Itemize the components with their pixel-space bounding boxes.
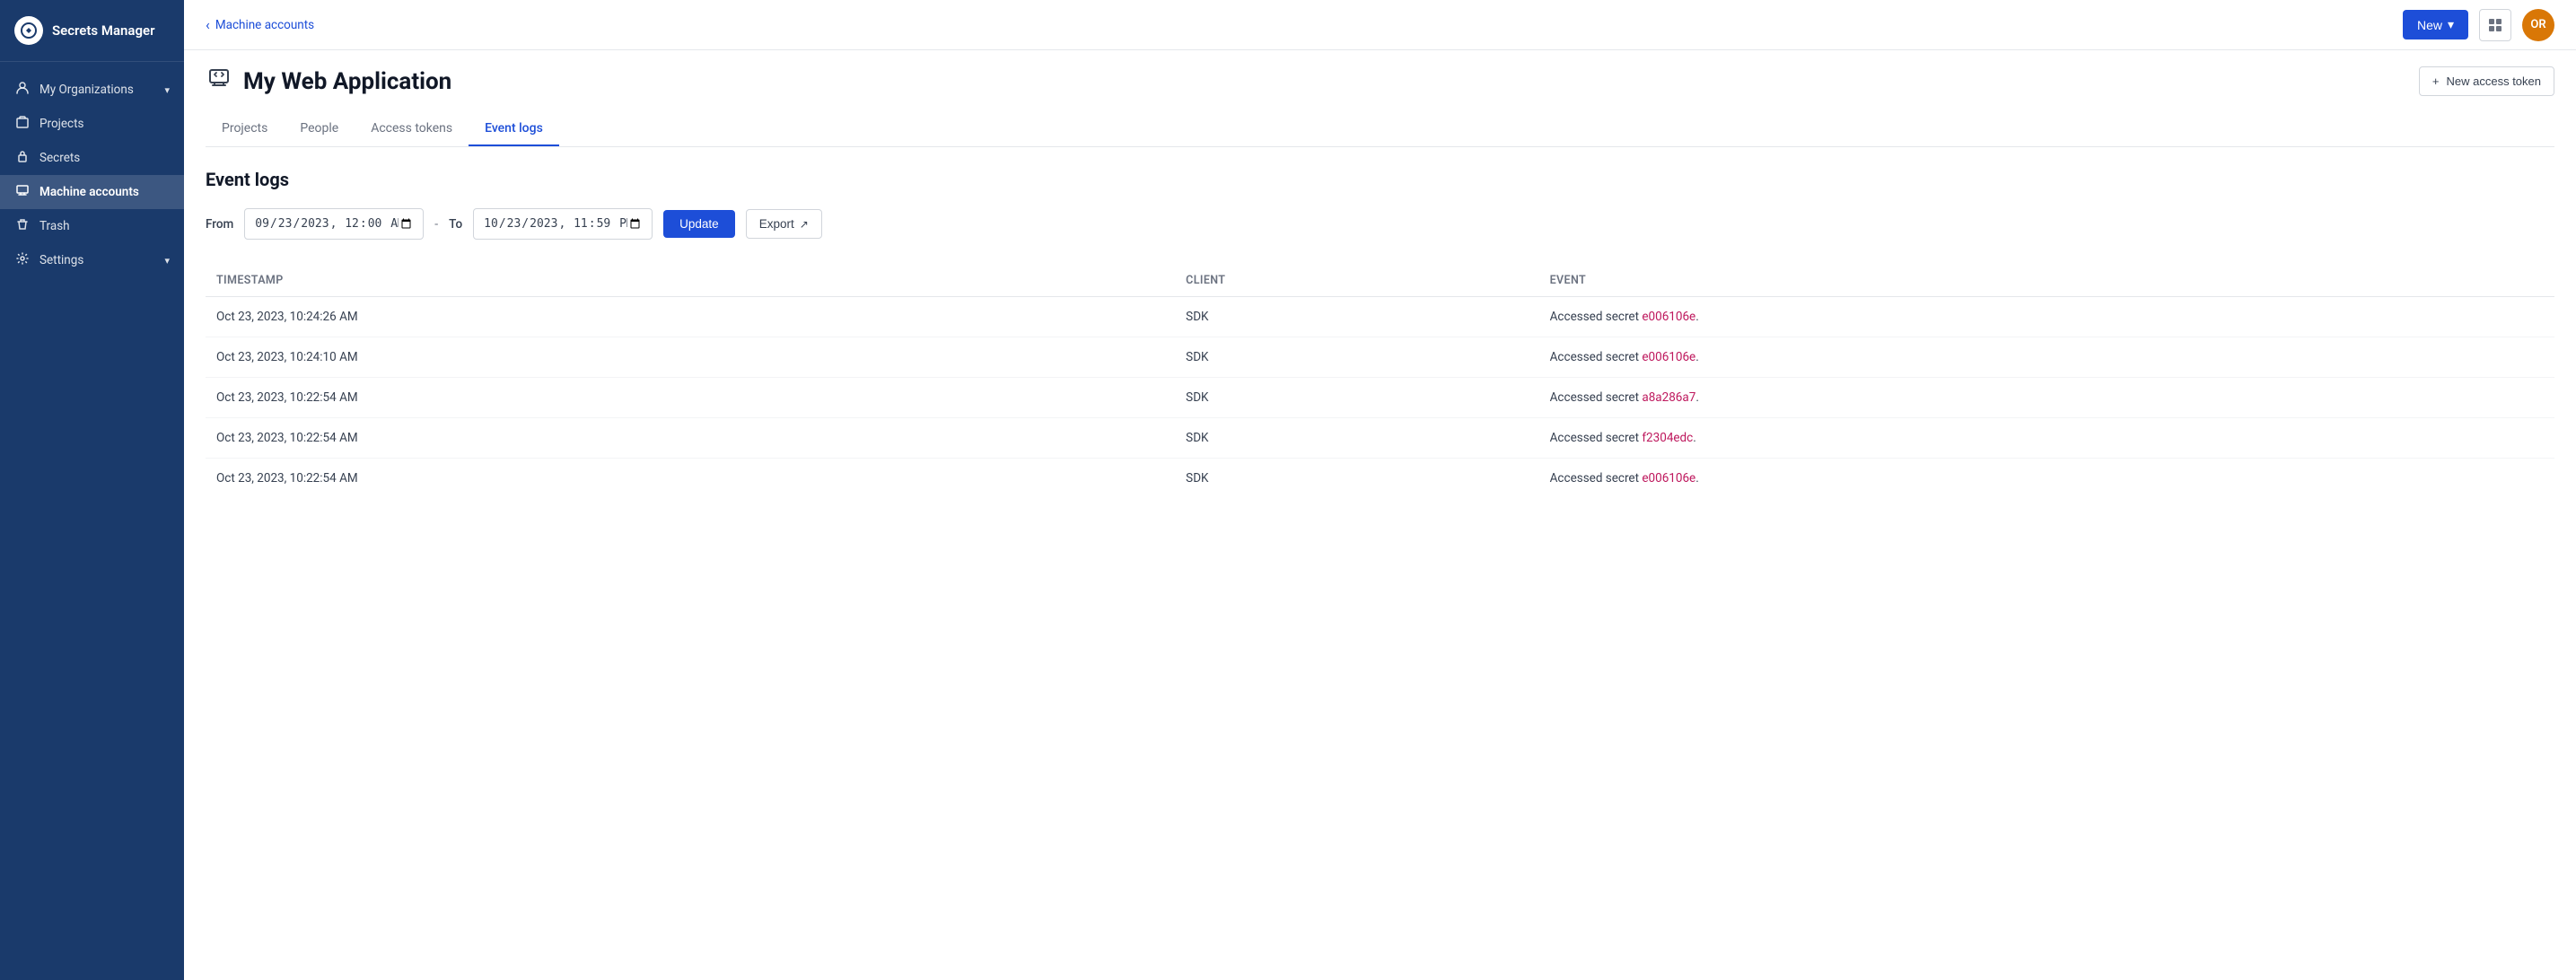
topbar: ‹ Machine accounts New ▾ OR xyxy=(184,0,2576,50)
cell-timestamp: Oct 23, 2023, 10:22:54 AM xyxy=(206,418,1175,459)
cell-timestamp: Oct 23, 2023, 10:22:54 AM xyxy=(206,459,1175,499)
cell-client: SDK xyxy=(1175,378,1538,418)
new-access-token-button[interactable]: + New access token xyxy=(2419,66,2554,96)
projects-icon xyxy=(14,116,31,132)
cell-client: SDK xyxy=(1175,418,1538,459)
content-area: Event logs From - To Update Export ↗ Tim… xyxy=(184,147,2576,980)
cell-event: Accessed secret e006106e. xyxy=(1539,459,2554,499)
tab-access-tokens[interactable]: Access tokens xyxy=(355,112,469,146)
app-name: Secrets Manager xyxy=(52,22,154,39)
tab-label: Access tokens xyxy=(371,121,452,136)
secret-link[interactable]: e006106e xyxy=(1642,350,1695,364)
sidebar-item-label: My Organizations xyxy=(39,83,134,97)
secret-link[interactable]: f2304edc xyxy=(1642,431,1693,445)
cell-event: Accessed secret e006106e. xyxy=(1539,337,2554,378)
new-access-token-label: New access token xyxy=(2447,74,2542,88)
from-date-input[interactable] xyxy=(244,208,424,240)
cell-client: SDK xyxy=(1175,297,1538,337)
from-label: From xyxy=(206,217,233,232)
table-row: Oct 23, 2023, 10:24:26 AMSDKAccessed sec… xyxy=(206,297,2554,337)
back-arrow-icon: ‹ xyxy=(206,16,210,33)
cell-event: Accessed secret f2304edc. xyxy=(1539,418,2554,459)
sidebar-item-label: Projects xyxy=(39,117,84,131)
table-header: Timestamp Client Event xyxy=(206,265,2554,297)
table-row: Oct 23, 2023, 10:22:54 AMSDKAccessed sec… xyxy=(206,459,2554,499)
plus-icon: + xyxy=(2432,74,2440,88)
sidebar-item-label: Trash xyxy=(39,219,70,233)
avatar-initials: OR xyxy=(2530,18,2545,31)
event-logs-table: Timestamp Client Event Oct 23, 2023, 10:… xyxy=(206,265,2554,498)
machine-account-icon xyxy=(206,65,232,98)
sidebar-item-label: Secrets xyxy=(39,151,80,165)
grid-view-button[interactable] xyxy=(2479,9,2511,41)
grid-icon xyxy=(2488,18,2502,32)
secret-link[interactable]: e006106e xyxy=(1642,471,1695,486)
secrets-icon xyxy=(14,150,31,166)
settings-icon xyxy=(14,252,31,268)
back-link[interactable]: ‹ Machine accounts xyxy=(206,16,314,33)
topbar-right: New ▾ OR xyxy=(2403,9,2554,41)
cell-timestamp: Oct 23, 2023, 10:24:26 AM xyxy=(206,297,1175,337)
new-button[interactable]: New ▾ xyxy=(2403,10,2468,39)
page-header: My Web Application + New access token Pr… xyxy=(184,50,2576,147)
section-title: Event logs xyxy=(206,169,2554,190)
trash-icon xyxy=(14,218,31,234)
machine-accounts-icon xyxy=(14,184,31,200)
sidebar-item-label: Machine accounts xyxy=(39,185,139,199)
sidebar-logo: Secrets Manager xyxy=(0,0,184,62)
tab-people[interactable]: People xyxy=(284,112,355,146)
tab-label: Projects xyxy=(222,121,267,136)
chevron-down-icon: ▾ xyxy=(2448,17,2454,32)
table-body: Oct 23, 2023, 10:24:26 AMSDKAccessed sec… xyxy=(206,297,2554,499)
export-icon: ↗ xyxy=(800,218,809,231)
organization-icon xyxy=(14,82,31,98)
cell-client: SDK xyxy=(1175,337,1538,378)
date-separator: - xyxy=(434,217,438,232)
table-row: Oct 23, 2023, 10:22:54 AMSDKAccessed sec… xyxy=(206,378,2554,418)
secret-link[interactable]: a8a286a7 xyxy=(1642,390,1695,405)
chevron-down-icon: ▾ xyxy=(164,84,170,96)
topbar-left: ‹ Machine accounts xyxy=(206,16,2403,33)
cell-timestamp: Oct 23, 2023, 10:22:54 AM xyxy=(206,378,1175,418)
tab-event-logs[interactable]: Event logs xyxy=(469,112,559,146)
cell-event: Accessed secret e006106e. xyxy=(1539,297,2554,337)
tab-label: Event logs xyxy=(485,121,543,136)
sidebar-item-settings[interactable]: Settings ▾ xyxy=(0,243,184,277)
page-title: My Web Application xyxy=(243,68,451,95)
export-button[interactable]: Export ↗ xyxy=(746,209,822,239)
sidebar-item-secrets[interactable]: Secrets xyxy=(0,141,184,175)
sidebar-nav: My Organizations ▾ Projects Secrets xyxy=(0,62,184,980)
col-client: Client xyxy=(1175,265,1538,297)
tab-projects[interactable]: Projects xyxy=(206,112,284,146)
chevron-down-icon: ▾ xyxy=(164,255,170,267)
sidebar-item-trash[interactable]: Trash xyxy=(0,209,184,243)
export-label: Export xyxy=(759,217,794,231)
sidebar: Secrets Manager My Organizations ▾ Proje… xyxy=(0,0,184,980)
col-event: Event xyxy=(1539,265,2554,297)
page-tabs: Projects People Access tokens Event logs xyxy=(206,112,2554,147)
cell-client: SDK xyxy=(1175,459,1538,499)
tab-label: People xyxy=(300,121,338,136)
page-title-row: My Web Application + New access token xyxy=(206,65,2554,98)
sidebar-item-label: Settings xyxy=(39,253,83,267)
filter-bar: From - To Update Export ↗ xyxy=(206,208,2554,240)
cell-timestamp: Oct 23, 2023, 10:24:10 AM xyxy=(206,337,1175,378)
back-link-label: Machine accounts xyxy=(215,18,314,32)
col-timestamp: Timestamp xyxy=(206,265,1175,297)
new-button-label: New xyxy=(2417,18,2442,32)
update-button[interactable]: Update xyxy=(663,210,735,238)
to-date-input[interactable] xyxy=(473,208,653,240)
to-label: To xyxy=(449,217,462,232)
sidebar-item-machine-accounts[interactable]: Machine accounts xyxy=(0,175,184,209)
user-avatar[interactable]: OR xyxy=(2522,9,2554,41)
table-header-row: Timestamp Client Event xyxy=(206,265,2554,297)
sidebar-item-projects[interactable]: Projects xyxy=(0,107,184,141)
sidebar-item-my-organizations[interactable]: My Organizations ▾ xyxy=(0,73,184,107)
cell-event: Accessed secret a8a286a7. xyxy=(1539,378,2554,418)
secret-link[interactable]: e006106e xyxy=(1642,310,1695,324)
table-row: Oct 23, 2023, 10:22:54 AMSDKAccessed sec… xyxy=(206,418,2554,459)
app-logo-icon xyxy=(14,16,43,45)
main-content: ‹ Machine accounts New ▾ OR xyxy=(184,0,2576,980)
table-row: Oct 23, 2023, 10:24:10 AMSDKAccessed sec… xyxy=(206,337,2554,378)
